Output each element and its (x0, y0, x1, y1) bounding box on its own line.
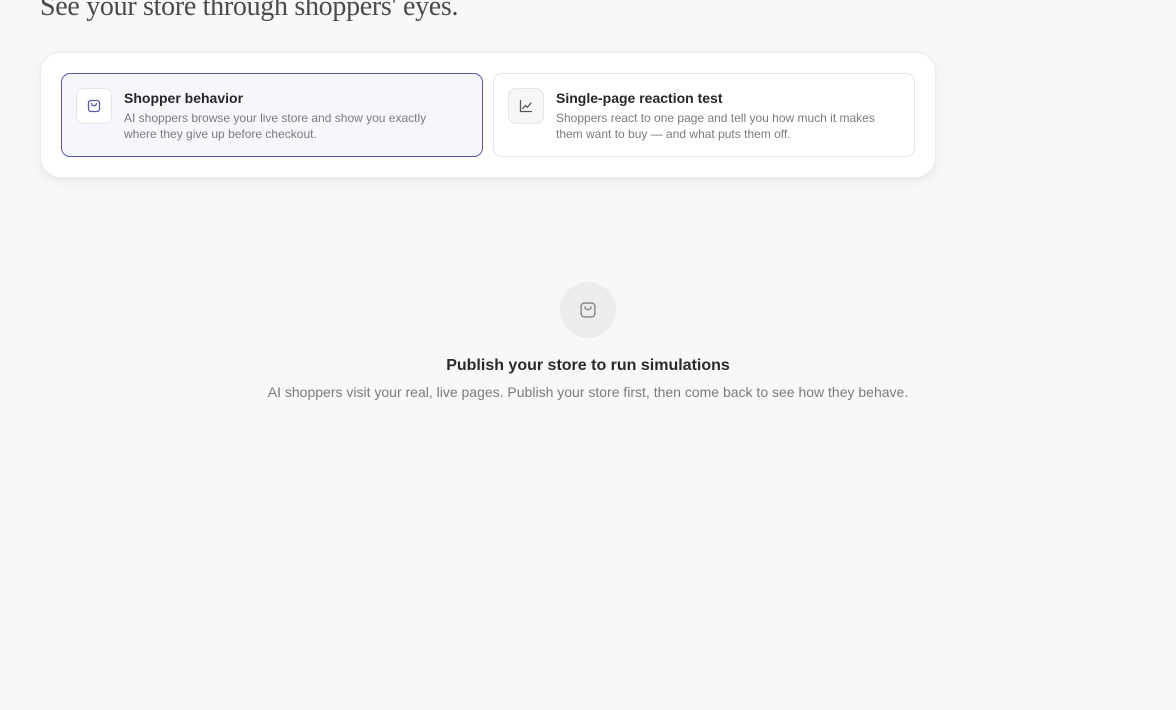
mode-card-single-page-reaction-test[interactable]: Single-page reaction test Shoppers react… (493, 73, 915, 157)
mode-card-description: AI shoppers browse your live store and s… (124, 111, 427, 141)
mode-card-title: Shopper behavior (124, 90, 244, 106)
empty-state-description: AI shoppers visit your real, live pages.… (267, 384, 909, 400)
page-title: See your store through shoppers' eyes. (40, 0, 459, 22)
shopping-bag-icon (76, 88, 112, 124)
empty-state-title: Publish your store to run simulations (446, 357, 730, 374)
page: See your store through shoppers' eyes. S… (0, 0, 1176, 710)
shopping-bag-icon (560, 282, 616, 338)
mode-card-title: Single-page reaction test (556, 90, 723, 106)
simulation-mode-panel: Shopper behavior AI shoppers browse your… (40, 52, 936, 178)
mode-card-shopper-behavior[interactable]: Shopper behavior AI shoppers browse your… (61, 73, 483, 157)
mode-card-description: Shoppers react to one page and tell you … (556, 111, 875, 141)
line-chart-icon (508, 88, 544, 124)
